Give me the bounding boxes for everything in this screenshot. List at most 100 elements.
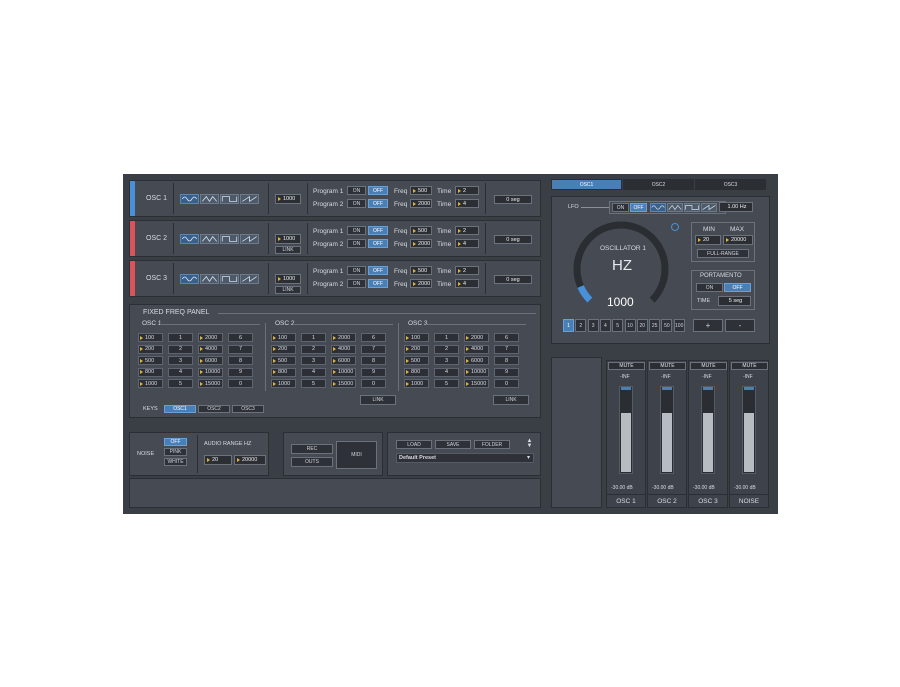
multiplier-button[interactable]: 3	[587, 319, 599, 332]
sine-wave-icon[interactable]	[180, 234, 199, 244]
program-off-button[interactable]: OFF	[368, 279, 388, 288]
square-wave-icon[interactable]	[220, 194, 239, 204]
keyboard-key[interactable]: 2	[301, 344, 326, 354]
noise-option-button[interactable]: WHITE	[164, 458, 187, 466]
square-wave-icon[interactable]	[220, 234, 239, 244]
sawtooth-wave-icon[interactable]	[240, 234, 259, 244]
fixed-link-button[interactable]: LINK	[360, 395, 396, 405]
keyboard-key[interactable]: 0	[361, 379, 386, 388]
keyboard-key[interactable]: 2	[168, 344, 193, 354]
fixed-freq-key[interactable]: 2000	[331, 333, 356, 342]
osc-link-button[interactable]: LINK	[275, 286, 301, 294]
multiplier-button[interactable]: 20	[636, 319, 648, 332]
fixed-freq-key[interactable]: 200	[271, 344, 296, 354]
lfo-sine-wave-icon[interactable]	[650, 203, 666, 212]
fixed-freq-key[interactable]: 200	[138, 344, 163, 354]
volume-fader[interactable]	[619, 386, 633, 474]
volume-fader[interactable]	[660, 386, 674, 474]
sine-wave-icon[interactable]	[180, 194, 199, 204]
keyboard-key[interactable]: 6	[361, 333, 386, 342]
square-wave-icon[interactable]	[220, 274, 239, 284]
triangle-wave-icon[interactable]	[200, 194, 219, 204]
rec-button[interactable]: REC	[291, 444, 333, 454]
program-on-button[interactable]: ON	[347, 239, 366, 248]
mute-button[interactable]: MUTE	[731, 362, 768, 370]
osc-link-button[interactable]: LINK	[275, 246, 301, 254]
folder-button[interactable]: FOLDER	[474, 440, 510, 449]
triangle-wave-icon[interactable]	[200, 274, 219, 284]
keys-tab[interactable]: OSC3	[232, 405, 264, 413]
keyboard-key[interactable]: 9	[361, 367, 386, 377]
min-input[interactable]: 20	[695, 235, 721, 245]
outs-button[interactable]: OUTS	[291, 457, 333, 467]
multiplier-button[interactable]: 50	[661, 319, 673, 332]
mute-button[interactable]: MUTE	[649, 362, 686, 370]
keyboard-key[interactable]: 1	[301, 333, 326, 342]
fixed-freq-key[interactable]: 1000	[138, 379, 163, 388]
audio-range-min-input[interactable]: 20	[204, 455, 232, 465]
keyboard-key[interactable]: 4	[301, 367, 326, 377]
program-freq-input[interactable]: 2000	[410, 199, 432, 208]
fixed-freq-key[interactable]: 10000	[464, 367, 489, 377]
full-range-button[interactable]: FULL-RANGE	[697, 249, 749, 258]
sine-wave-icon[interactable]	[180, 274, 199, 284]
fixed-freq-key[interactable]: 10000	[198, 367, 223, 377]
volume-fader[interactable]	[701, 386, 715, 474]
lfo-sawtooth-wave-icon[interactable]	[701, 203, 717, 212]
multiplier-button[interactable]: 4	[599, 319, 611, 332]
fixed-freq-key[interactable]: 15000	[464, 379, 489, 388]
audio-range-max-input[interactable]: 20000	[234, 455, 266, 465]
osc-tab[interactable]: OSC2	[623, 179, 694, 190]
save-button[interactable]: SAVE	[435, 440, 471, 449]
keyboard-key[interactable]: 3	[301, 356, 326, 365]
keyboard-key[interactable]: 0	[228, 379, 253, 388]
portamento-on-button[interactable]: ON	[696, 283, 723, 292]
program-on-button[interactable]: ON	[347, 226, 366, 235]
max-input[interactable]: 20000	[723, 235, 753, 245]
volume-fader[interactable]	[742, 386, 756, 474]
keyboard-key[interactable]: 9	[228, 367, 253, 377]
noise-option-button[interactable]: OFF	[164, 438, 187, 446]
sawtooth-wave-icon[interactable]	[240, 274, 259, 284]
keyboard-key[interactable]: 5	[434, 379, 459, 388]
program-off-button[interactable]: OFF	[368, 266, 388, 275]
osc-frequency-input[interactable]: 1000	[275, 194, 301, 204]
fixed-freq-key[interactable]: 10000	[331, 367, 356, 377]
fixed-freq-key[interactable]: 100	[138, 333, 163, 342]
portamento-time-input[interactable]: 5 seg	[718, 296, 751, 306]
osc-tab[interactable]: OSC1	[551, 179, 622, 190]
osc-tab[interactable]: OSC3	[695, 179, 766, 190]
fixed-freq-key[interactable]: 800	[404, 367, 429, 377]
program-freq-input[interactable]: 2000	[410, 279, 432, 288]
keyboard-key[interactable]: 7	[228, 344, 253, 354]
midi-button[interactable]: MIDI	[336, 441, 377, 469]
multiplier-button[interactable]: 5	[612, 319, 624, 332]
program-off-button[interactable]: OFF	[368, 199, 388, 208]
keyboard-key[interactable]: 8	[494, 356, 519, 365]
program-on-button[interactable]: ON	[347, 279, 366, 288]
fixed-freq-key[interactable]: 4000	[464, 344, 489, 354]
keyboard-key[interactable]: 3	[434, 356, 459, 365]
fixed-freq-key[interactable]: 500	[271, 356, 296, 365]
fixed-freq-key[interactable]: 100	[404, 333, 429, 342]
segment-time-input[interactable]: 0 seg	[494, 235, 532, 244]
program-time-input[interactable]: 4	[455, 239, 479, 248]
multiplier-button[interactable]: 10	[624, 319, 636, 332]
program-time-input[interactable]: 4	[455, 199, 479, 208]
keyboard-key[interactable]: 6	[494, 333, 519, 342]
osc-frequency-input[interactable]: 1000	[275, 234, 301, 244]
fixed-freq-key[interactable]: 1000	[404, 379, 429, 388]
keyboard-key[interactable]: 8	[228, 356, 253, 365]
program-freq-input[interactable]: 500	[410, 186, 432, 195]
keys-tab[interactable]: OSC1	[164, 405, 196, 413]
keyboard-key[interactable]: 6	[228, 333, 253, 342]
keyboard-key[interactable]: 5	[301, 379, 326, 388]
keyboard-key[interactable]: 3	[168, 356, 193, 365]
keyboard-key[interactable]: 1	[434, 333, 459, 342]
preset-stepper[interactable]: ▲ ▼	[525, 438, 534, 450]
multiplier-button[interactable]: 2	[575, 319, 587, 332]
program-freq-input[interactable]: 2000	[410, 239, 432, 248]
program-on-button[interactable]: ON	[347, 186, 366, 195]
multiplier-button[interactable]: 25	[649, 319, 661, 332]
minus-button[interactable]: -	[725, 319, 755, 332]
